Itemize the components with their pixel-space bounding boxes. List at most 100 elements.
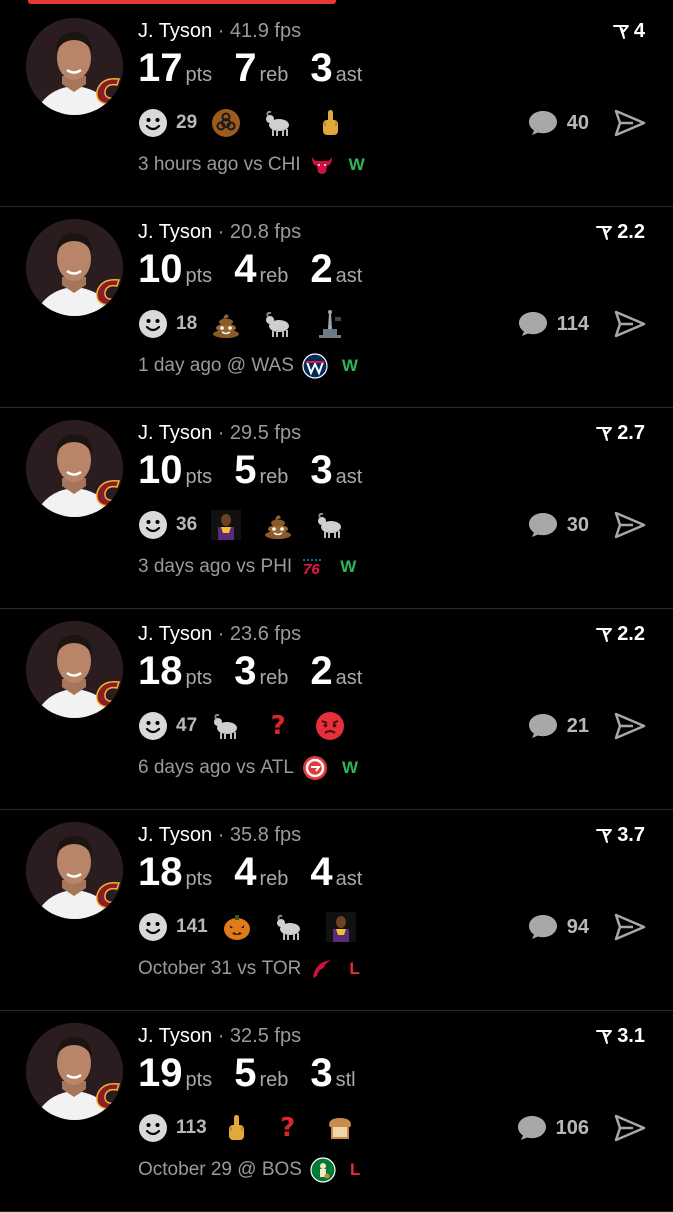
game-feed[interactable]: J. Tyson · 41.9 fps 4 17 pts 7 reb 3 ast 29 [0, 6, 673, 1212]
opponent-abbrev: CHI [267, 154, 301, 175]
smiley-reaction-icon[interactable] [138, 309, 168, 339]
share-send-icon[interactable] [613, 1113, 647, 1143]
player-avatar[interactable] [26, 621, 123, 718]
comments-button[interactable]: 21 [527, 712, 589, 740]
player-name[interactable]: J. Tyson [138, 623, 212, 645]
player-name[interactable]: J. Tyson [138, 221, 212, 243]
comments-button[interactable]: 106 [516, 1114, 589, 1142]
smiley-reaction-icon[interactable] [138, 108, 168, 138]
jack-o-lantern-icon[interactable] [222, 912, 252, 942]
player-avatar[interactable] [26, 822, 123, 919]
reactions-bar[interactable]: 141 [138, 911, 378, 943]
goat-icon[interactable] [274, 912, 304, 942]
fantasy-points: 20.8 fps [229, 221, 302, 243]
stat-value: 4 [234, 247, 257, 291]
player-avatar[interactable] [26, 18, 123, 115]
goat-icon[interactable] [263, 309, 293, 339]
post-score[interactable]: 2.2 [595, 623, 645, 646]
post-score[interactable]: 3.1 [595, 1025, 645, 1048]
player-avatar[interactable] [26, 1023, 123, 1120]
poop-icon[interactable] [211, 309, 241, 339]
game-info: 3 hours ago vs CHI W [138, 152, 365, 178]
reaction-count: 113 [176, 1117, 207, 1138]
smiley-reaction-icon[interactable] [138, 912, 168, 942]
player-avatar[interactable] [26, 420, 123, 517]
game-info: October 31 vs TOR L [138, 956, 360, 982]
game-result: L [349, 1160, 361, 1179]
stat-value: 5 [234, 448, 257, 492]
stat-line: 19 pts 5 reb 3 stl [138, 1051, 378, 1096]
player-name[interactable]: J. Tyson [138, 422, 212, 444]
question-mark-icon[interactable]: ? [273, 1113, 303, 1143]
middle-finger-icon[interactable] [221, 1113, 251, 1143]
game-post-card[interactable]: J. Tyson · 29.5 fps 2.7 10 pts 5 reb 3 ast 36 [0, 408, 673, 609]
player-name[interactable]: J. Tyson [138, 20, 212, 42]
comment-count: 40 [566, 111, 589, 134]
cavaliers-logo-icon [96, 279, 121, 306]
angry-face-icon[interactable] [315, 711, 345, 741]
reactions-bar[interactable]: 113 ? [138, 1112, 377, 1144]
fps-separator: · [217, 422, 225, 444]
stat-unit: reb [259, 868, 289, 890]
stat-pts: 17 pts [138, 46, 212, 91]
game-post-card[interactable]: J. Tyson · 20.8 fps 2.2 10 pts 4 reb 2 ast 18 [0, 207, 673, 408]
poop-icon[interactable] [263, 510, 293, 540]
share-send-icon[interactable] [613, 711, 647, 741]
post-header: J. Tyson · 41.9 fps [138, 20, 301, 43]
comment-count: 114 [556, 312, 589, 335]
score-value: 3.1 [617, 1025, 645, 1047]
opponent-abbrev: ATL [260, 757, 294, 778]
middle-finger-icon[interactable] [315, 108, 345, 138]
stat-reb: 3 reb [234, 649, 288, 694]
comments-button[interactable]: 30 [527, 511, 589, 539]
reactions-bar[interactable]: 36 [138, 509, 367, 541]
player-avatar[interactable] [26, 219, 123, 316]
goat-icon[interactable] [315, 510, 345, 540]
post-score[interactable]: 2.7 [595, 422, 645, 445]
share-send-icon[interactable] [613, 108, 647, 138]
comments-button[interactable]: 94 [527, 913, 589, 941]
stat-unit: ast [335, 667, 363, 689]
game-post-card[interactable]: J. Tyson · 41.9 fps 4 17 pts 7 reb 3 ast 29 [0, 6, 673, 207]
comments-button[interactable]: 114 [517, 310, 589, 338]
bulls-logo-icon [309, 152, 335, 178]
smiley-reaction-icon[interactable] [138, 1113, 168, 1143]
game-time: 3 hours ago [138, 154, 239, 175]
biohazard-icon[interactable] [211, 108, 241, 138]
game-info: 6 days ago vs ATL W [138, 755, 358, 781]
stat-unit: reb [259, 667, 289, 689]
share-send-icon[interactable] [613, 510, 647, 540]
comments-button[interactable]: 40 [527, 109, 589, 137]
stat-unit: pts [185, 868, 213, 890]
goat-icon[interactable] [211, 711, 241, 741]
game-post-card[interactable]: J. Tyson · 32.5 fps 3.1 19 pts 5 reb 3 stl 11… [0, 1011, 673, 1212]
player-name[interactable]: J. Tyson [138, 824, 212, 846]
player-name[interactable]: J. Tyson [138, 1025, 212, 1047]
game-post-card[interactable]: J. Tyson · 23.6 fps 2.2 18 pts 3 reb 2 ast 47… [0, 609, 673, 810]
bread-icon[interactable] [325, 1113, 355, 1143]
post-score[interactable]: 2.2 [595, 221, 645, 244]
game-post-card[interactable]: J. Tyson · 35.8 fps 3.7 18 pts 4 reb 4 ast 14… [0, 810, 673, 1011]
stat-value: 3 [310, 1051, 333, 1095]
question-mark-icon[interactable]: ? [263, 711, 293, 741]
post-header: J. Tyson · 32.5 fps [138, 1025, 301, 1048]
share-send-icon[interactable] [613, 309, 647, 339]
stat-value: 18 [138, 850, 183, 894]
player-photo-icon[interactable] [211, 510, 242, 540]
player-photo-icon[interactable] [325, 912, 356, 942]
upvote-funnel-icon [596, 225, 613, 240]
smiley-reaction-icon[interactable] [138, 711, 168, 741]
stat-ast: 3 ast [310, 448, 362, 493]
reactions-bar[interactable]: 18 [138, 308, 367, 340]
share-send-icon[interactable] [613, 912, 647, 942]
fps-separator: · [217, 824, 225, 846]
reactions-bar[interactable]: 29 [138, 107, 367, 139]
goat-icon[interactable] [263, 108, 293, 138]
game-result: W [341, 356, 358, 375]
reactions-bar[interactable]: 47 ? [138, 710, 367, 742]
post-score[interactable]: 3.7 [595, 824, 645, 847]
smiley-reaction-icon[interactable] [138, 510, 168, 540]
statue-icon[interactable] [315, 309, 345, 339]
post-score[interactable]: 4 [612, 20, 645, 43]
game-venue: vs [237, 958, 257, 979]
